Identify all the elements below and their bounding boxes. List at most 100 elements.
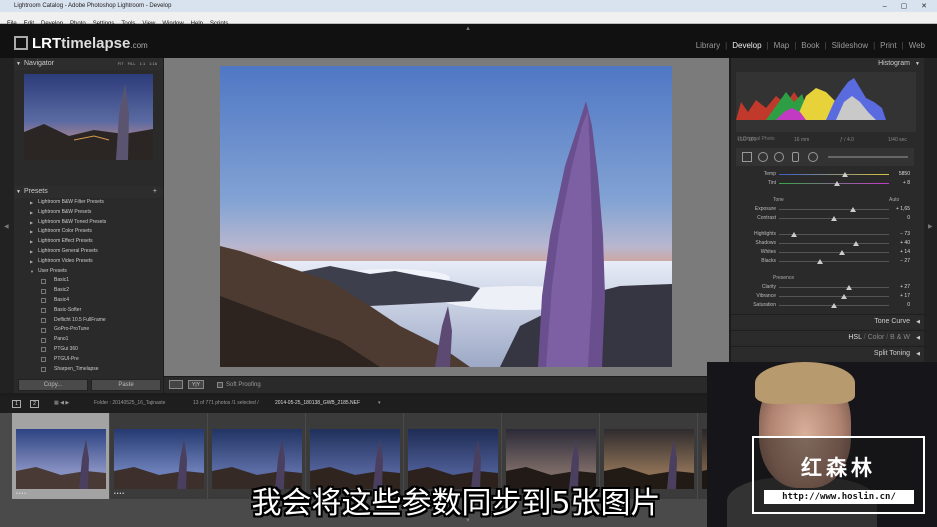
- slider-track[interactable]: [779, 252, 889, 253]
- split-toning-header[interactable]: Split Toning ◀: [731, 346, 924, 360]
- module-slideshow[interactable]: Slideshow: [832, 41, 868, 50]
- copy-button[interactable]: Copy...: [18, 379, 88, 391]
- original-photo-toggle[interactable]: ☐ Original Photo: [737, 136, 775, 142]
- preset-item[interactable]: PTGUI-Pre: [14, 355, 163, 365]
- module-map[interactable]: Map: [774, 41, 790, 50]
- slider-track[interactable]: [779, 174, 889, 175]
- preset-item[interactable]: Basic1: [14, 276, 163, 286]
- slider-value[interactable]: 5850: [899, 170, 910, 179]
- slider-knob[interactable]: [831, 302, 837, 308]
- slider-knob[interactable]: [846, 284, 853, 290]
- histogram-header[interactable]: Histogram ▼: [731, 58, 924, 70]
- slider-highlights[interactable]: Highlights − 73: [731, 230, 924, 239]
- slider-knob[interactable]: [791, 231, 798, 237]
- left-edge-strip[interactable]: ◀: [0, 58, 14, 393]
- preset-item[interactable]: Basic-Softer: [14, 306, 163, 316]
- slider-value[interactable]: 0: [907, 214, 910, 223]
- soft-proofing-checkbox[interactable]: [217, 382, 223, 388]
- slider-track[interactable]: [779, 261, 889, 262]
- preset-item[interactable]: PTGui 360: [14, 345, 163, 355]
- zoom-option[interactable]: FIT: [118, 61, 124, 66]
- preset-folder[interactable]: ▶ Lightroom B&W Presets: [14, 208, 163, 218]
- preset-folder[interactable]: ▶ Lightroom Color Presets: [14, 227, 163, 237]
- slider-knob[interactable]: [840, 293, 847, 299]
- preset-folder[interactable]: ▶ Lightroom Effect Presets: [14, 237, 163, 247]
- slider-knob[interactable]: [842, 171, 848, 177]
- main-photo[interactable]: [220, 66, 672, 367]
- folder-source[interactable]: Folder : 20140525_16_Tajinaste: [94, 400, 165, 406]
- slider-knob[interactable]: [816, 258, 823, 264]
- preset-folder[interactable]: ▼ User Presets: [14, 267, 163, 277]
- slider-track[interactable]: [779, 209, 889, 210]
- preset-folder[interactable]: ▶ Lightroom B&W Toned Presets: [14, 218, 163, 228]
- spot-removal-icon[interactable]: [758, 152, 768, 162]
- hsl-header[interactable]: HSL / Color / B & W ◀: [731, 330, 924, 344]
- module-web[interactable]: Web: [909, 41, 925, 50]
- slider-track[interactable]: [779, 287, 889, 288]
- zoom-option[interactable]: 1:16: [149, 61, 157, 66]
- slider-exposure[interactable]: Exposure + 1,65: [731, 205, 924, 214]
- slider-track[interactable]: [779, 296, 889, 297]
- slider-knob[interactable]: [838, 249, 845, 255]
- module-develop[interactable]: Develop: [732, 41, 761, 50]
- disclosure-triangle-icon[interactable]: ▼: [30, 267, 34, 277]
- module-library[interactable]: Library: [696, 41, 720, 50]
- slider-vibrance[interactable]: Vibrance + 17: [731, 292, 924, 301]
- disclosure-triangle-icon[interactable]: ▶: [30, 257, 33, 267]
- grid-view-icon[interactable]: ▦ ◀ ▶: [54, 400, 69, 406]
- secondary-window-button[interactable]: 2: [30, 400, 39, 408]
- selected-filename[interactable]: 2014-05-25_180138_GWB_2185.NEF: [275, 400, 360, 406]
- graduated-filter-icon[interactable]: [792, 152, 799, 162]
- slider-temp[interactable]: Temp 5850: [731, 170, 924, 179]
- preset-item[interactable]: Basic2: [14, 286, 163, 296]
- slider-shadows[interactable]: Shadows + 40: [731, 239, 924, 248]
- radial-filter-icon[interactable]: [808, 152, 818, 162]
- slider-knob[interactable]: [831, 215, 837, 221]
- tone-curve-header[interactable]: Tone Curve ◀: [731, 314, 924, 328]
- disclosure-triangle-icon[interactable]: ▶: [30, 237, 33, 247]
- slider-clarity[interactable]: Clarity + 27: [731, 283, 924, 292]
- disclosure-triangle-icon[interactable]: ▶: [30, 247, 33, 257]
- slider-value[interactable]: + 1,65: [896, 205, 910, 214]
- slider-value[interactable]: + 14: [900, 248, 910, 257]
- slider-blacks[interactable]: Blacks − 27: [731, 257, 924, 266]
- slider-value[interactable]: 0: [907, 301, 910, 310]
- slider-tint[interactable]: Tint + 8: [731, 179, 924, 188]
- slider-saturation[interactable]: Saturation 0: [731, 301, 924, 310]
- disclosure-triangle-icon[interactable]: ▶: [30, 227, 33, 237]
- right-edge-strip[interactable]: ▶: [924, 58, 937, 393]
- zoom-option[interactable]: 1:1: [140, 61, 146, 66]
- histogram-chart[interactable]: ISO 100 16 mm ƒ / 4.0 1/40 sec: [736, 72, 916, 143]
- slider-knob[interactable]: [834, 180, 841, 186]
- before-after-view-button[interactable]: Y|Y: [188, 380, 204, 389]
- slider-knob[interactable]: [853, 240, 859, 246]
- slider-contrast[interactable]: Contrast 0: [731, 214, 924, 223]
- brush-slider[interactable]: [828, 156, 908, 158]
- zoom-option[interactable]: FILL: [128, 61, 136, 66]
- slider-value[interactable]: − 27: [900, 257, 910, 266]
- preset-item[interactable]: Sharpen_Timelapse: [14, 365, 163, 375]
- preset-folder[interactable]: ▶ Lightroom Video Presets: [14, 257, 163, 267]
- preset-item[interactable]: GoPro-ProTune: [14, 325, 163, 335]
- preset-item[interactable]: Basic4: [14, 296, 163, 306]
- module-print[interactable]: Print: [880, 41, 896, 50]
- navigator-preview[interactable]: [24, 74, 153, 160]
- primary-window-button[interactable]: 1: [12, 400, 21, 408]
- slider-value[interactable]: + 40: [900, 239, 910, 248]
- crop-tool-icon[interactable]: [742, 152, 752, 162]
- add-preset-icon[interactable]: +: [153, 186, 157, 198]
- preset-item[interactable]: Deflicht 10.5 FullFrame: [14, 316, 163, 326]
- preset-item[interactable]: Pano1: [14, 335, 163, 345]
- preset-folder[interactable]: ▶ Lightroom B&W Filter Presets: [14, 198, 163, 208]
- slider-track[interactable]: [779, 243, 889, 244]
- filename-dropdown-icon[interactable]: ▾: [378, 400, 381, 406]
- slider-value[interactable]: − 73: [900, 230, 910, 239]
- preset-folder[interactable]: ▶ Lightroom General Presets: [14, 247, 163, 257]
- disclosure-triangle-icon[interactable]: ▶: [30, 208, 33, 218]
- navigator-zoom-options[interactable]: FIT FILL 1:1 1:16: [114, 58, 157, 70]
- red-eye-icon[interactable]: [774, 152, 784, 162]
- disclosure-triangle-icon[interactable]: ▶: [30, 218, 33, 228]
- slider-value[interactable]: + 27: [900, 283, 910, 292]
- presets-header[interactable]: ▼ Presets +: [14, 186, 163, 198]
- disclosure-triangle-icon[interactable]: ▶: [30, 198, 33, 208]
